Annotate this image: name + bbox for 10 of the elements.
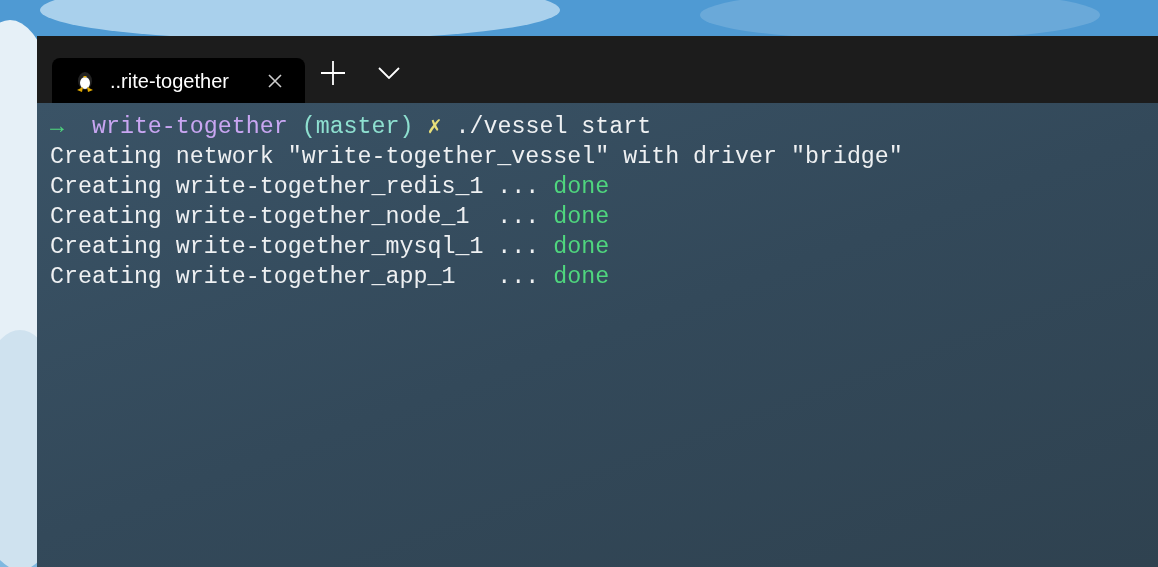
- terminal-line: Creating network "write-together_vessel" with driver "bridge": [50, 143, 904, 172]
- plus-icon: [321, 60, 345, 85]
- terminal-line: Creating write-together_redis_1 ... done: [50, 173, 611, 202]
- terminal-line: Creating write-together_node_1 ... done: [50, 203, 611, 232]
- close-icon[interactable]: [267, 72, 283, 89]
- chevron-icon: [378, 66, 400, 79]
- terminal-line: Creating write-together_mysql_1 ... done: [50, 233, 611, 262]
- terminal-line: → write-together (master) ✗ ./vessel start: [50, 113, 653, 142]
- terminal-line: Creating write-together_app_1 ... done: [50, 263, 611, 292]
- terminal-tab[interactable]: ..rite-together: [52, 58, 305, 103]
